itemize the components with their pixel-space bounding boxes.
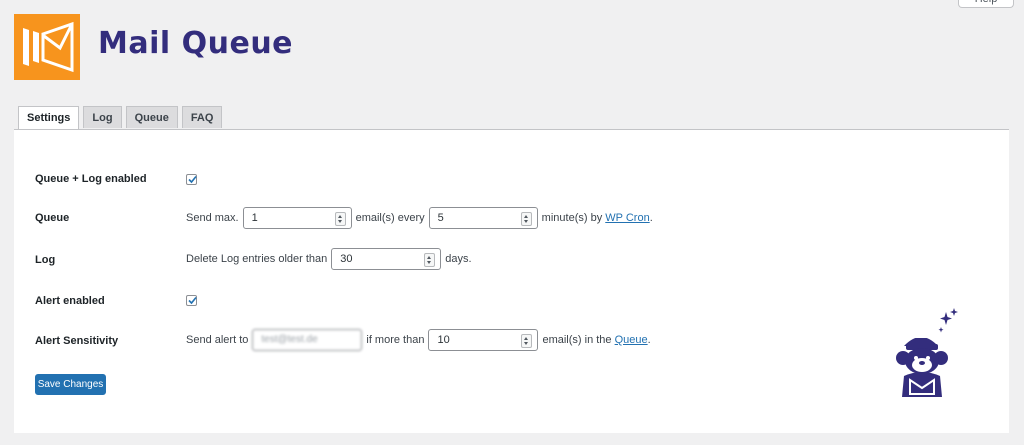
tab-log[interactable]: Log: [83, 106, 122, 128]
alert-suffix-text: email(s) in the: [542, 334, 612, 346]
spinner-icon[interactable]: [521, 334, 533, 348]
queue-middle-text: email(s) every: [355, 212, 425, 224]
log-suffix-text: days.: [445, 253, 472, 265]
alert-middle-text: if more than: [366, 334, 425, 346]
checkmark-icon: [188, 175, 197, 184]
queue-prefix-text: Send max.: [186, 212, 239, 224]
queue-log-enabled-checkbox[interactable]: [186, 174, 197, 185]
alert-threshold-value: 10: [437, 334, 450, 346]
queue-link[interactable]: Queue: [615, 334, 648, 346]
queue-max-value: 1: [251, 212, 258, 224]
queue-log-enabled-label: Queue + Log enabled: [35, 173, 147, 185]
log-days-input[interactable]: 30: [331, 248, 442, 270]
queue-label: Queue: [35, 212, 70, 224]
settings-panel: Queue + Log enabled Queue Send max. 1 em…: [14, 129, 1009, 433]
tab-bar: Settings Log Queue FAQ: [18, 106, 226, 130]
spinner-icon[interactable]: [424, 253, 436, 267]
tab-faq[interactable]: FAQ: [181, 106, 223, 128]
alert-enabled-label: Alert enabled: [35, 295, 105, 307]
queue-end-text: .: [649, 212, 653, 224]
save-changes-button[interactable]: Save Changes: [35, 374, 106, 395]
checkmark-icon: [188, 296, 197, 305]
alert-end-text: .: [647, 334, 651, 346]
alert-email-input[interactable]: test@test.de: [252, 329, 363, 351]
alert-sensitivity-label: Alert Sensitivity: [35, 335, 119, 347]
queue-interval-value: 5: [437, 212, 444, 224]
queue-interval-input[interactable]: 5: [428, 207, 538, 229]
mail-queue-logo-icon: [14, 14, 80, 80]
alert-threshold-input[interactable]: 10: [428, 329, 539, 351]
spinner-icon[interactable]: [334, 212, 346, 226]
help-button[interactable]: Help: [958, 0, 1014, 8]
spinner-icon[interactable]: [520, 212, 532, 226]
mail-postman-mascot-icon: [896, 308, 958, 397]
log-label: Log: [35, 254, 56, 266]
queue-suffix-text: minute(s) by: [541, 212, 603, 224]
queue-max-input[interactable]: 1: [242, 207, 352, 229]
tab-settings[interactable]: Settings: [18, 106, 80, 130]
alert-prefix-text: Send alert to: [186, 334, 249, 346]
tab-queue[interactable]: Queue: [125, 106, 178, 128]
wp-cron-link[interactable]: WP Cron: [605, 212, 649, 224]
log-days-value: 30: [340, 253, 353, 265]
alert-enabled-checkbox[interactable]: [186, 295, 197, 306]
app-title: Mail Queue: [98, 26, 294, 61]
log-prefix-text: Delete Log entries older than: [186, 253, 328, 265]
